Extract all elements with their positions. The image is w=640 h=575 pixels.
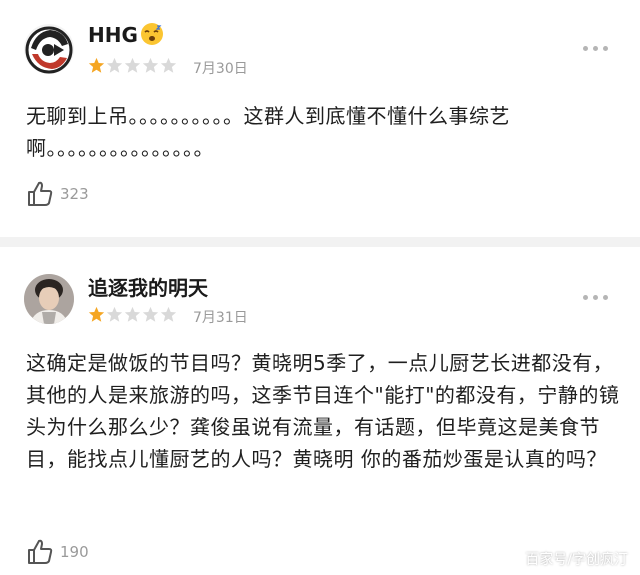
star-icon (106, 306, 123, 322)
username-text: 追逐我的明天 (88, 276, 208, 300)
star-icon (88, 306, 105, 322)
like-button[interactable]: 190 (26, 538, 89, 566)
star-icon (160, 57, 177, 73)
thumbs-up-icon (28, 181, 53, 206)
like-count: 190 (60, 543, 89, 561)
avatar[interactable] (24, 274, 74, 324)
review-date: 7月30日 (193, 61, 248, 77)
star-icon (88, 57, 105, 73)
star-icon (160, 306, 177, 322)
username-text: HHG (88, 23, 138, 47)
star-icon (106, 57, 123, 73)
more-dots-icon[interactable] (583, 46, 608, 51)
star-icon (142, 57, 159, 73)
review-content: 无聊到上吊。。。。。。。。。。这群人到底懂不懂什么事综艺啊。。。。。。。。。。。… (26, 104, 510, 160)
username[interactable]: 追逐我的明天 (88, 272, 208, 301)
star-icon (124, 306, 141, 322)
watermark: 百家号/字创疯汀 (525, 552, 628, 568)
divider (0, 237, 640, 247)
star-icon (124, 57, 141, 73)
sleepy-emoji-icon (140, 23, 163, 45)
like-count: 323 (60, 185, 89, 203)
avatar[interactable] (24, 24, 74, 74)
rating-stars (88, 57, 177, 74)
review-content: 这确定是做饭的节目吗？黄晓明5季了，一点儿厨艺长进都没有，其他的人是来旅游的吗，… (26, 351, 620, 471)
rating-stars (88, 306, 177, 323)
star-icon (142, 306, 159, 322)
username[interactable]: HHG (88, 22, 164, 47)
like-button[interactable]: 323 (26, 180, 89, 208)
thumbs-up-icon (28, 539, 53, 564)
review-date: 7月31日 (193, 310, 248, 326)
more-dots-icon[interactable] (583, 295, 608, 300)
